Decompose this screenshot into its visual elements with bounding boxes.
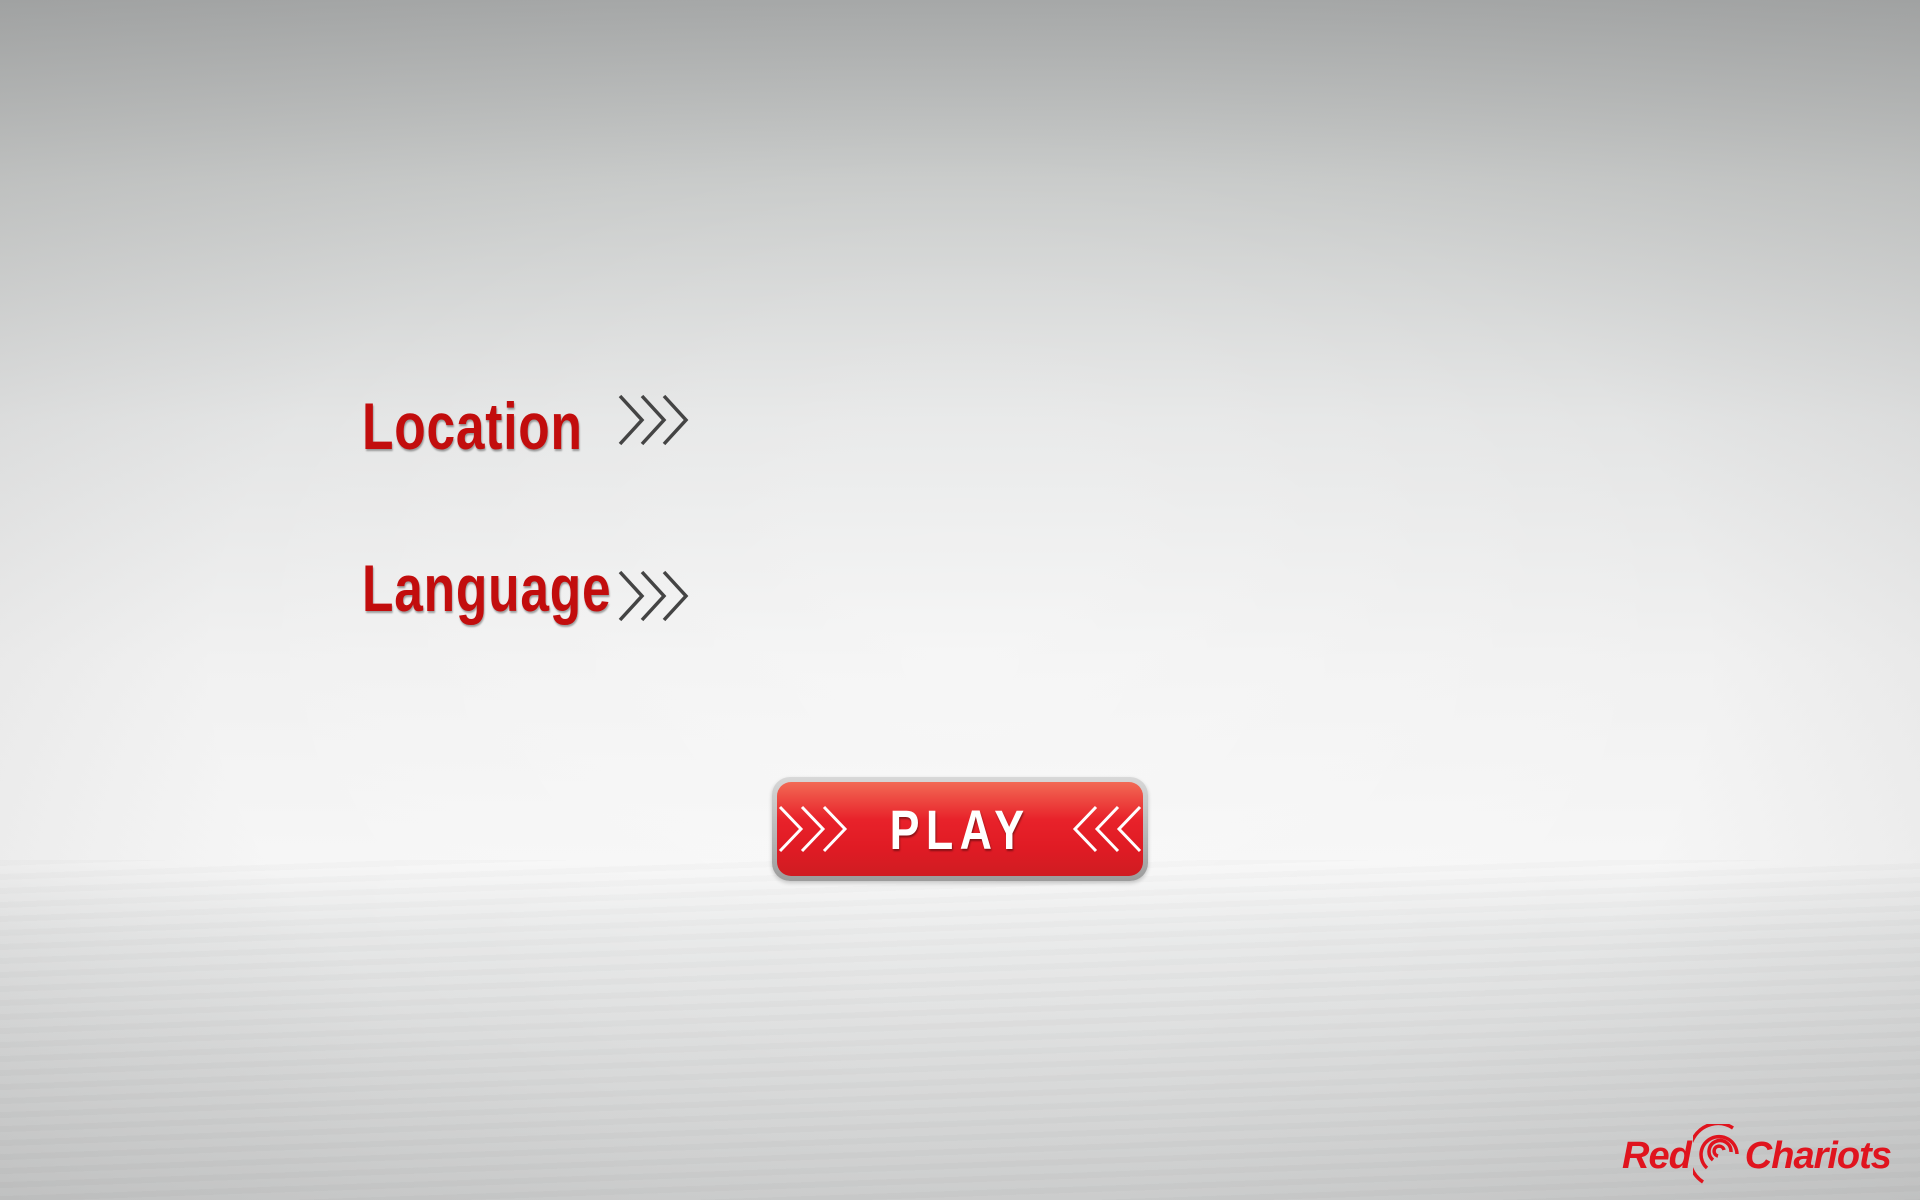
red-chariots-logo: Red Chariots — [1622, 1124, 1892, 1188]
play-button[interactable]: PLAY — [772, 777, 1148, 881]
location-option[interactable]: Location — [362, 388, 689, 464]
play-label: PLAY — [889, 797, 1031, 861]
language-label: Language — [362, 551, 612, 625]
logo-text-chariots: Chariots — [1744, 1134, 1892, 1177]
chevron-right-icon[interactable] — [618, 394, 692, 446]
chevron-right-icon[interactable] — [618, 570, 692, 622]
chevron-right-icon — [778, 805, 847, 853]
location-label: Location — [362, 389, 583, 463]
swirl-icon — [1692, 1124, 1739, 1184]
language-option[interactable]: Language — [362, 550, 689, 626]
logo-text-red: Red — [1622, 1134, 1692, 1177]
chevron-left-icon — [1073, 805, 1142, 853]
